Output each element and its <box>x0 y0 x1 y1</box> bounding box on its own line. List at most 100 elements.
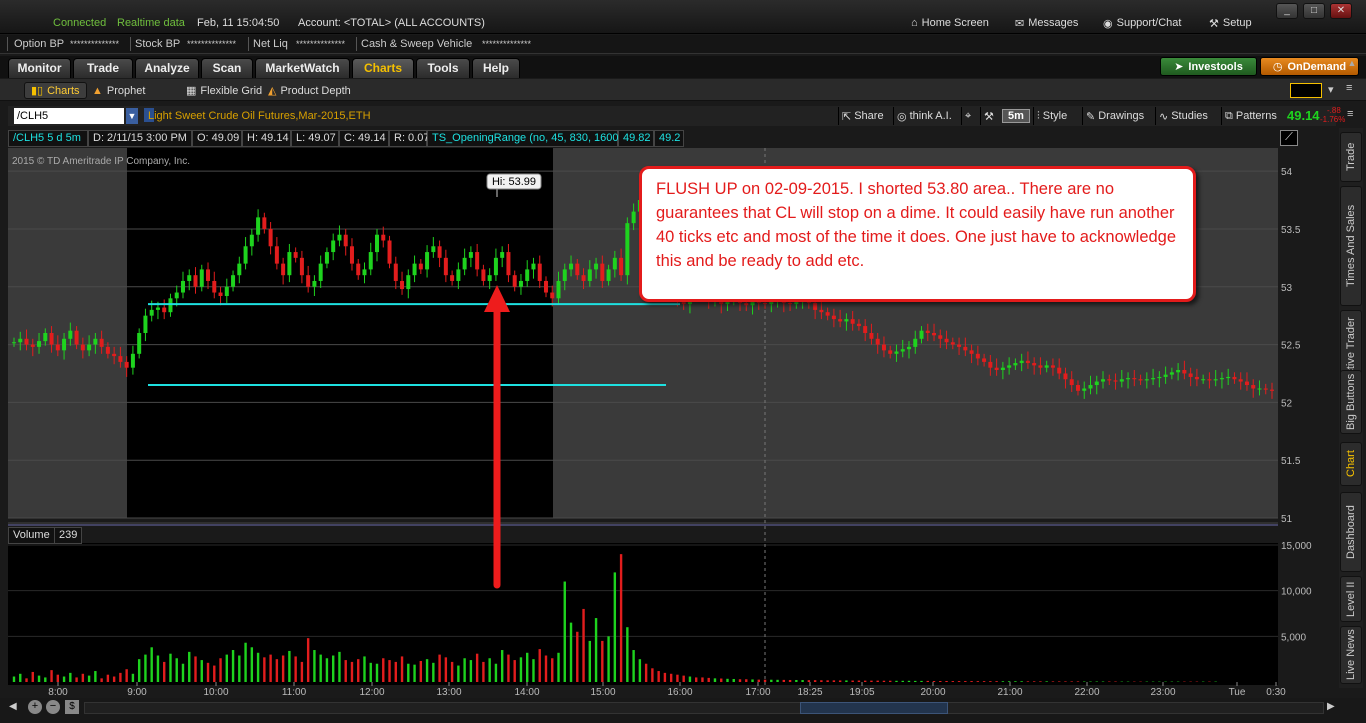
candle-body <box>838 319 843 322</box>
candle-body <box>437 246 442 258</box>
volume-bar <box>275 659 279 682</box>
volume-bar <box>707 677 710 682</box>
collapse-panel-icon[interactable]: ▲ <box>1341 58 1363 70</box>
side-panel: Trade Times And Sales Active Trader Big … <box>1339 128 1363 688</box>
scroll-right-icon[interactable]: ▶ <box>1327 701 1335 712</box>
volume-bar <box>419 660 423 682</box>
candle-body <box>306 275 311 287</box>
volume-bar <box>244 642 247 682</box>
candle-body <box>963 346 968 351</box>
time-tick-label: 22:00 <box>1074 687 1099 698</box>
scroll-track[interactable] <box>84 702 1324 714</box>
candle-body <box>62 338 67 351</box>
candle-body <box>831 315 836 320</box>
volume-bar <box>976 681 980 682</box>
volume-bar <box>669 673 673 682</box>
volume-bar <box>544 655 548 682</box>
volume-bar <box>801 680 804 682</box>
price-tick-label: 51.5 <box>1281 456 1301 467</box>
candle-body <box>68 330 73 339</box>
candle-body <box>988 361 993 368</box>
candle-body <box>1138 379 1143 381</box>
volume-bar <box>31 671 34 682</box>
volume-bar <box>995 681 998 682</box>
dollar-icon[interactable]: $ <box>65 700 79 714</box>
candle-body <box>900 349 905 352</box>
side-tab-level-ii[interactable]: Level II <box>1340 576 1362 622</box>
candle-body <box>1232 376 1237 380</box>
volume-bar <box>338 651 341 682</box>
candle-body <box>1038 365 1043 368</box>
volume-bar <box>350 661 354 682</box>
volume-bar <box>1020 681 1023 682</box>
side-tab-chart[interactable]: Chart <box>1340 442 1362 486</box>
candle-body <box>587 269 592 281</box>
candle-body <box>625 223 630 276</box>
scroll-thumb[interactable] <box>800 702 948 714</box>
volume-bar <box>588 640 592 682</box>
volume-bar <box>751 679 754 682</box>
volume-bar <box>100 678 103 682</box>
zoom-out-icon[interactable]: − <box>46 700 60 714</box>
volume-bar <box>256 652 260 682</box>
volume-bar <box>137 659 141 682</box>
side-tab-dashboard[interactable]: Dashboard <box>1340 492 1362 572</box>
volume-bar <box>838 680 842 682</box>
volume-bar <box>813 680 817 682</box>
volume-bar <box>125 669 128 682</box>
candle-body <box>1213 379 1218 381</box>
candle-body <box>888 350 893 354</box>
candle-body <box>162 307 167 313</box>
volume-bar <box>676 674 679 682</box>
volume-bar <box>463 658 466 682</box>
volume-bar <box>519 657 523 682</box>
candle-body <box>856 323 861 327</box>
candle-body <box>149 309 154 316</box>
candle-body <box>87 344 92 351</box>
volume-bar <box>851 680 854 682</box>
candle-body <box>844 319 849 322</box>
volume-bar <box>626 627 629 682</box>
side-tab-big-buttons[interactable]: Big Buttons <box>1340 370 1362 434</box>
candle-body <box>318 263 323 281</box>
candle-body <box>443 257 448 276</box>
volume-bar <box>776 679 779 682</box>
candle-body <box>168 298 173 313</box>
candle-body <box>763 302 768 305</box>
side-tab-live-news[interactable]: Live News <box>1340 626 1362 684</box>
volume-axis: 15,000 10,000 5,000 <box>1281 541 1312 643</box>
candle-body <box>1101 379 1106 382</box>
candle-body <box>1238 379 1243 382</box>
zoom-in-icon[interactable]: + <box>28 700 42 714</box>
side-tab-times-and-sales[interactable]: Times And Sales <box>1340 186 1362 306</box>
volume-bar <box>582 608 585 682</box>
scroll-left-icon[interactable]: ◀ <box>9 701 17 712</box>
price-tick-label: 51 <box>1281 514 1293 525</box>
volume-bar <box>532 659 535 682</box>
candle-body <box>249 234 254 247</box>
volume-bar <box>632 650 635 682</box>
volume-bar <box>795 679 798 682</box>
volume-bar <box>644 663 648 682</box>
candle-body <box>1263 388 1268 390</box>
volume-bar <box>250 647 254 682</box>
side-tab-trade[interactable]: Trade <box>1340 132 1362 182</box>
candle-body <box>155 307 160 310</box>
volume-bar <box>870 680 873 682</box>
candle-body <box>581 275 586 281</box>
volume-bar <box>394 661 397 682</box>
chart-scroll-bar: ◀ + − $ ▶ <box>0 698 1366 723</box>
candle-body <box>550 292 555 299</box>
volume-bar <box>607 636 610 682</box>
time-tick-label: 8:00 <box>48 687 68 698</box>
volume-bar <box>507 654 510 682</box>
candle-body <box>850 319 855 324</box>
price-chart[interactable]: 54 53.5 53 52.5 52 51.5 51 15,000 10,000 5,000 8… <box>0 0 1366 723</box>
candle-body <box>543 280 548 293</box>
candle-body <box>1132 378 1137 380</box>
volume-bar <box>926 680 929 682</box>
volume-bar <box>319 654 322 682</box>
candle-body <box>562 269 567 281</box>
volume-bar <box>619 554 623 682</box>
candle-body <box>1176 370 1181 373</box>
